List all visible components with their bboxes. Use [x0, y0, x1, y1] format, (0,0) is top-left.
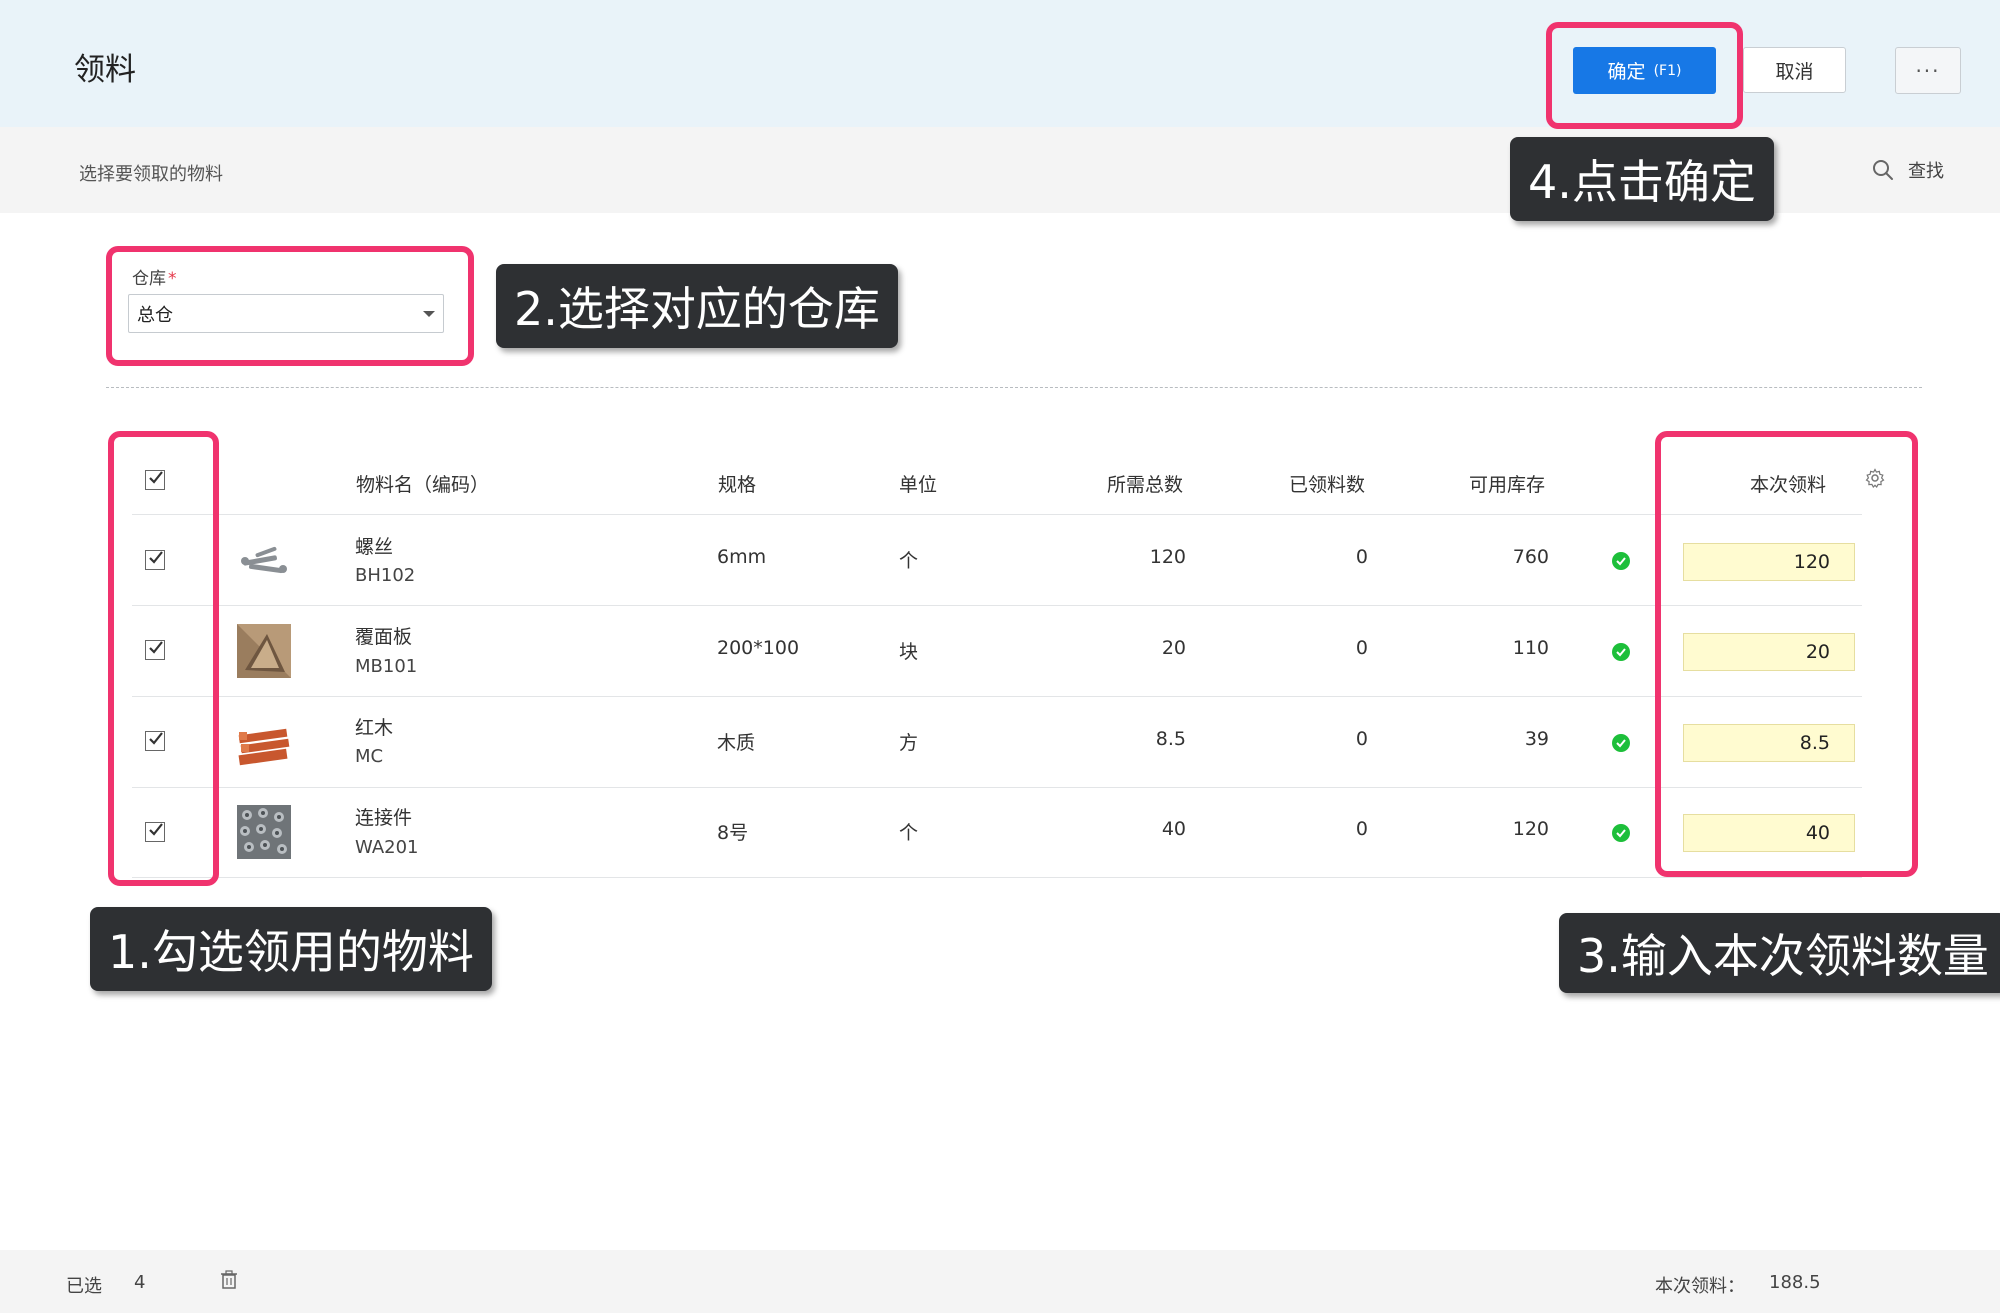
trash-icon[interactable] [220, 1270, 238, 1290]
material-spec: 200*100 [717, 637, 800, 659]
row-divider [132, 877, 1862, 878]
footer-bar: 已选 4 本次领料： 188.5 [0, 1250, 2000, 1313]
available-stock: 39 [1524, 728, 1549, 750]
panel-thumbnail [237, 624, 291, 678]
stock-ok-icon [1612, 824, 1630, 842]
material-code: MC [355, 746, 384, 767]
material-unit: 个 [899, 822, 919, 844]
highlight-confirm [1546, 22, 1743, 129]
callout-step1: 1.勾选领用的物料 [90, 907, 492, 991]
divider [106, 387, 1922, 388]
selected-count: 4 [134, 1272, 146, 1293]
available-stock: 760 [1512, 546, 1549, 568]
stock-ok-icon [1612, 552, 1630, 570]
stock-ok-icon [1612, 734, 1630, 752]
material-unit: 方 [899, 732, 919, 754]
search-button[interactable]: 查找 [1872, 157, 1944, 183]
search-icon [1873, 160, 1893, 180]
material-name: 覆面板 [355, 626, 413, 648]
col-header-received: 已领料数 [1289, 474, 1366, 496]
material-name: 连接件 [355, 807, 413, 829]
row-divider [132, 514, 1862, 515]
connector-thumbnail [237, 805, 291, 859]
col-header-name: 物料名（编码） [356, 474, 490, 496]
section-subtitle: 选择要领取的物料 [79, 164, 223, 185]
screw-thumbnail [237, 536, 291, 590]
search-label: 查找 [1908, 161, 1944, 182]
material-unit: 块 [899, 641, 919, 663]
material-name: 螺丝 [355, 536, 394, 558]
material-name: 红木 [355, 717, 394, 739]
col-header-available: 可用库存 [1469, 474, 1546, 496]
selected-label: 已选 [66, 1276, 102, 1297]
col-header-unit: 单位 [899, 474, 938, 496]
highlight-warehouse [106, 246, 474, 366]
available-stock: 120 [1512, 818, 1549, 840]
required-total: 20 [1161, 637, 1186, 659]
received-count: 0 [1355, 637, 1368, 659]
row-divider [132, 605, 1862, 606]
material-spec: 8号 [717, 822, 749, 844]
highlight-checkboxes [108, 431, 219, 886]
col-header-required: 所需总数 [1107, 474, 1184, 496]
material-spec: 木质 [717, 732, 756, 754]
available-stock: 110 [1512, 637, 1549, 659]
received-count: 0 [1355, 818, 1368, 840]
cancel-button[interactable]: 取消 [1743, 47, 1846, 93]
callout-step3: 3.输入本次领料数量 [1559, 913, 2000, 993]
total-value: 188.5 [1769, 1272, 1821, 1293]
callout-step4: 4.点击确定 [1510, 137, 1774, 221]
row-divider [132, 787, 1862, 788]
highlight-quantities [1655, 431, 1918, 877]
required-total: 40 [1161, 818, 1186, 840]
total-label: 本次领料： [1655, 1276, 1745, 1297]
callout-step2: 2.选择对应的仓库 [496, 264, 898, 348]
material-spec: 6mm [717, 546, 767, 568]
material-code: WA201 [355, 837, 419, 858]
received-count: 0 [1355, 728, 1368, 750]
material-unit: 个 [899, 550, 919, 572]
row-divider [132, 696, 1862, 697]
material-code: BH102 [355, 565, 416, 586]
required-total: 120 [1149, 546, 1186, 568]
col-header-spec: 规格 [718, 474, 757, 496]
material-code: MB101 [355, 656, 418, 677]
stock-ok-icon [1612, 643, 1630, 661]
received-count: 0 [1355, 546, 1368, 568]
redwood-thumbnail [237, 714, 291, 768]
more-icon[interactable]: ··· [1895, 47, 1961, 94]
page-title: 领料 [74, 52, 136, 88]
required-total: 8.5 [1155, 728, 1186, 750]
